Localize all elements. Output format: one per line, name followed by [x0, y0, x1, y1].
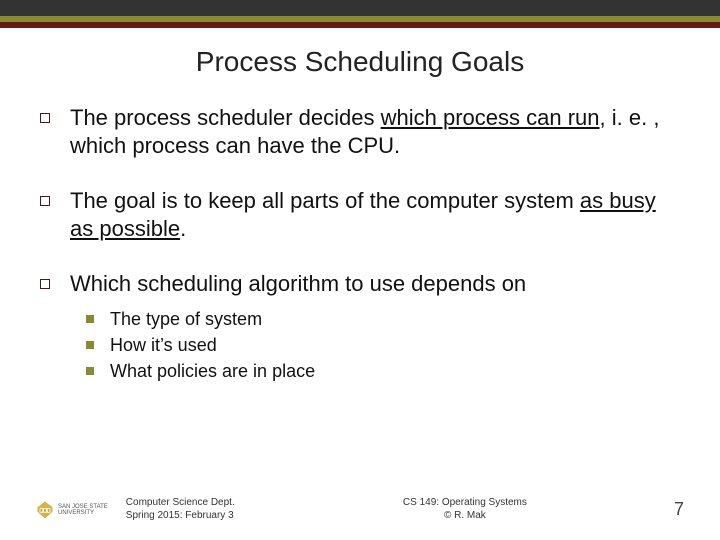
- bullet-2-seg1: The goal is to keep all parts of the com…: [70, 188, 580, 213]
- bullet-1-underline: which process can run: [381, 105, 600, 130]
- footer-center: CS 149: Operating Systems © R. Mak: [276, 497, 654, 522]
- sub-bullet-2: How it’s used: [86, 334, 672, 357]
- sub-bullet-1: The type of system: [86, 308, 672, 331]
- sub-bullet-3: What policies are in place: [86, 360, 672, 383]
- sub-bullets: The type of system How it’s used What po…: [40, 308, 672, 384]
- logo-icon: [36, 501, 54, 519]
- band-dark: [0, 0, 720, 16]
- footer-copyright: © R. Mak: [276, 510, 654, 523]
- footer: SAN JOSE STATEUNIVERSITY Computer Scienc…: [0, 497, 720, 522]
- bullet-1: The process scheduler decides which proc…: [40, 104, 672, 159]
- bullet-3: Which scheduling algorithm to use depend…: [40, 270, 672, 298]
- bullet-2-text: The goal is to keep all parts of the com…: [70, 187, 672, 242]
- top-decoration: [0, 0, 720, 28]
- sub-bullet-1-text: The type of system: [110, 308, 262, 331]
- square-solid-icon: [86, 367, 94, 375]
- footer-dept: Computer Science Dept.: [126, 497, 276, 510]
- bullet-1-text: The process scheduler decides which proc…: [70, 104, 672, 159]
- bullet-1-seg1: The process scheduler decides: [70, 105, 381, 130]
- sub-bullet-3-text: What policies are in place: [110, 360, 315, 383]
- university-logo: SAN JOSE STATEUNIVERSITY: [36, 501, 108, 519]
- logo-text: SAN JOSE STATEUNIVERSITY: [58, 504, 108, 516]
- page-number: 7: [654, 499, 684, 520]
- band-maroon: [0, 22, 720, 28]
- sub-bullet-2-text: How it’s used: [110, 334, 217, 357]
- square-solid-icon: [86, 315, 94, 323]
- slide: Process Scheduling Goals The process sch…: [0, 0, 720, 540]
- square-bullet-icon: [40, 279, 50, 289]
- square-solid-icon: [86, 341, 94, 349]
- bullet-3-text: Which scheduling algorithm to use depend…: [70, 270, 526, 298]
- slide-title: Process Scheduling Goals: [0, 46, 720, 78]
- square-bullet-icon: [40, 196, 50, 206]
- slide-content: The process scheduler decides which proc…: [0, 104, 720, 384]
- footer-left: Computer Science Dept. Spring 2015: Febr…: [126, 497, 276, 522]
- footer-course: CS 149: Operating Systems: [276, 497, 654, 510]
- square-bullet-icon: [40, 113, 50, 123]
- footer-date: Spring 2015: February 3: [126, 510, 276, 523]
- bullet-2: The goal is to keep all parts of the com…: [40, 187, 672, 242]
- bullet-2-seg2: .: [180, 216, 186, 241]
